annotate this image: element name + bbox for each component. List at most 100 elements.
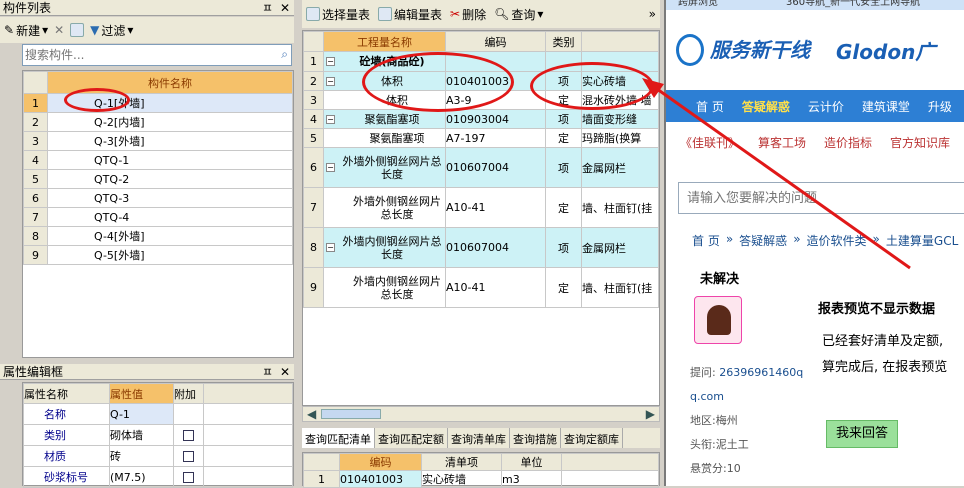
horizontal-scrollbar[interactable]: ◀ ▶: [302, 406, 660, 422]
table-row[interactable]: 5 聚氨酯塞项 A7-197 定 玛蹄脂(换算: [303, 128, 659, 148]
table-row[interactable]: 7 外墙外侧钢丝网片总长度 A10-41 定 墙、柱面钉(挂: [303, 187, 659, 228]
collapse-icon[interactable]: −: [326, 163, 335, 172]
expand-icon[interactable]: »: [649, 7, 656, 21]
table-row[interactable]: 6 QTQ-3: [23, 188, 293, 208]
qty-name[interactable]: 外墙外侧钢丝网片总长度: [323, 187, 446, 228]
answer-button[interactable]: 我来回答: [826, 420, 898, 448]
table-row[interactable]: 4 − 聚氨酯塞项 010903004 项 墙面变形缝: [303, 109, 659, 129]
scroll-left-icon[interactable]: ◀: [307, 407, 316, 421]
scroll-thumb[interactable]: [321, 409, 381, 419]
component-name[interactable]: Q-2[内墙]: [47, 112, 293, 132]
component-name[interactable]: Q-3[外墙]: [47, 131, 293, 151]
table-row[interactable]: 砂浆标号 (M7.5): [23, 466, 293, 488]
checkbox-icon[interactable]: [183, 430, 194, 441]
copy-button[interactable]: [70, 23, 85, 37]
tab-query-3[interactable]: 查询措施: [510, 428, 561, 448]
qty-code[interactable]: A10-41: [445, 187, 546, 228]
match-code-header[interactable]: 编码: [339, 453, 422, 471]
qty-name[interactable]: − 聚氨酯塞项: [323, 109, 446, 129]
prop-checkbox[interactable]: [173, 445, 204, 467]
qty-cat[interactable]: 定: [545, 128, 582, 148]
delete-row-button[interactable]: ✂ 删除: [450, 6, 486, 23]
close-icon[interactable]: ✕: [280, 0, 290, 16]
qty-name[interactable]: − 外墙外侧钢丝网片总长度: [323, 147, 446, 188]
component-name[interactable]: Q-5[外墙]: [47, 245, 293, 265]
qty-code[interactable]: A10-41: [445, 267, 546, 308]
match-unit-header[interactable]: 单位: [501, 453, 562, 471]
component-name[interactable]: QTQ-3: [47, 188, 293, 208]
collapse-icon[interactable]: −: [326, 76, 335, 86]
qty-cat[interactable]: 定: [545, 187, 582, 228]
qty-name-header[interactable]: 工程量名称: [323, 31, 446, 52]
qty-name[interactable]: − 外墙内侧钢丝网片总长度: [323, 227, 446, 268]
qty-code-header[interactable]: 编码: [445, 31, 546, 52]
browser-tab[interactable]: 跨屏浏览: [678, 0, 718, 8]
qty-item-header[interactable]: [581, 31, 659, 52]
tab-query-0[interactable]: 查询匹配清单: [302, 428, 375, 448]
match-item-header[interactable]: 清单项: [421, 453, 502, 471]
scroll-right-icon[interactable]: ▶: [646, 407, 655, 421]
qty-cat[interactable]: 项: [545, 147, 582, 188]
asker-domain[interactable]: q.com: [690, 390, 724, 403]
table-row[interactable]: 9 外墙内侧钢丝网片总长度 A10-41 定 墙、柱面钉(挂: [303, 267, 659, 308]
table-row[interactable]: 3 Q-3[外墙]: [23, 131, 293, 151]
nav-item[interactable]: 升级: [928, 98, 952, 115]
qty-code[interactable]: A7-197: [445, 128, 546, 148]
component-name[interactable]: QTQ-2: [47, 169, 293, 189]
prop-value[interactable]: Q-1: [109, 403, 174, 425]
table-row[interactable]: 材质 砖: [23, 445, 293, 467]
collapse-icon[interactable]: −: [326, 243, 335, 252]
table-row[interactable]: 8 Q-4[外墙]: [23, 226, 293, 246]
component-name[interactable]: QTQ-4: [47, 207, 293, 227]
table-row[interactable]: 4 QTQ-1: [23, 150, 293, 170]
qty-name[interactable]: 聚氨酯塞项: [323, 128, 446, 148]
qty-code[interactable]: 010607004: [445, 147, 546, 188]
prop-checkbox[interactable]: [173, 424, 204, 446]
table-row[interactable]: 6 − 外墙外侧钢丝网片总长度 010607004 项 金属网栏: [303, 147, 659, 188]
pin-icon[interactable]: ㅍ: [262, 364, 273, 380]
component-name[interactable]: QTQ-1: [47, 150, 293, 170]
close-icon[interactable]: ✕: [280, 364, 290, 380]
match-code[interactable]: 010401003: [339, 470, 422, 488]
delete-button[interactable]: ✕: [54, 23, 64, 37]
checkbox-icon[interactable]: [183, 451, 194, 462]
table-row[interactable]: 9 Q-5[外墙]: [23, 245, 293, 265]
match-unit[interactable]: m3: [501, 470, 562, 488]
table-row[interactable]: 5 QTQ-2: [23, 169, 293, 189]
tab-query-1[interactable]: 查询匹配定额: [375, 428, 448, 448]
pin-icon[interactable]: ㅍ: [262, 0, 273, 16]
qty-code[interactable]: 010607004: [445, 227, 546, 268]
tab-query-2[interactable]: 查询清单库: [448, 428, 510, 448]
prop-checkbox[interactable]: [173, 466, 204, 488]
qty-cat[interactable]: 项: [545, 109, 582, 129]
filter-button[interactable]: ▼ 过滤 ▾: [90, 22, 133, 39]
table-row[interactable]: 7 QTQ-4: [23, 207, 293, 227]
table-row[interactable]: 名称 Q-1: [23, 403, 293, 425]
table-row[interactable]: 8 − 外墙内侧钢丝网片总长度 010607004 项 金属网栏: [303, 227, 659, 268]
component-name[interactable]: Q-4[外墙]: [47, 226, 293, 246]
collapse-icon[interactable]: −: [326, 114, 335, 124]
new-button[interactable]: ✎ 新建 ▾: [4, 22, 48, 39]
qty-cat[interactable]: 定: [545, 267, 582, 308]
table-row[interactable]: 类别 砌体墙: [23, 424, 293, 446]
prop-value[interactable]: 砌体墙: [109, 424, 174, 446]
collapse-icon[interactable]: −: [326, 57, 335, 66]
checkbox-icon[interactable]: [183, 472, 194, 483]
prop-value[interactable]: 砖: [109, 445, 174, 467]
table-row[interactable]: 1 010401003 实心砖墙 m3: [303, 470, 659, 488]
edit-table-button[interactable]: 编辑量表: [378, 6, 442, 23]
prop-checkbox[interactable]: [173, 403, 204, 425]
browser-tab[interactable]: 360导航_新一代安全上网导航: [786, 0, 920, 8]
search-icon[interactable]: ⌕: [281, 47, 288, 62]
qty-cat[interactable]: 项: [545, 227, 582, 268]
qty-cat-header[interactable]: 类别: [545, 31, 582, 52]
query-button[interactable]: 🔍︎ 查询 ▾: [494, 6, 543, 23]
select-table-button[interactable]: 选择量表: [306, 6, 370, 23]
component-search-input[interactable]: [23, 45, 268, 65]
match-item[interactable]: 实心砖墙: [421, 470, 502, 488]
prop-value[interactable]: (M7.5): [109, 466, 174, 488]
tab-query-4[interactable]: 查询定额库: [561, 428, 623, 448]
table-row[interactable]: 2 Q-2[内墙]: [23, 112, 293, 132]
qty-name[interactable]: 外墙内侧钢丝网片总长度: [323, 267, 446, 308]
qty-code[interactable]: 010903004: [445, 109, 546, 129]
